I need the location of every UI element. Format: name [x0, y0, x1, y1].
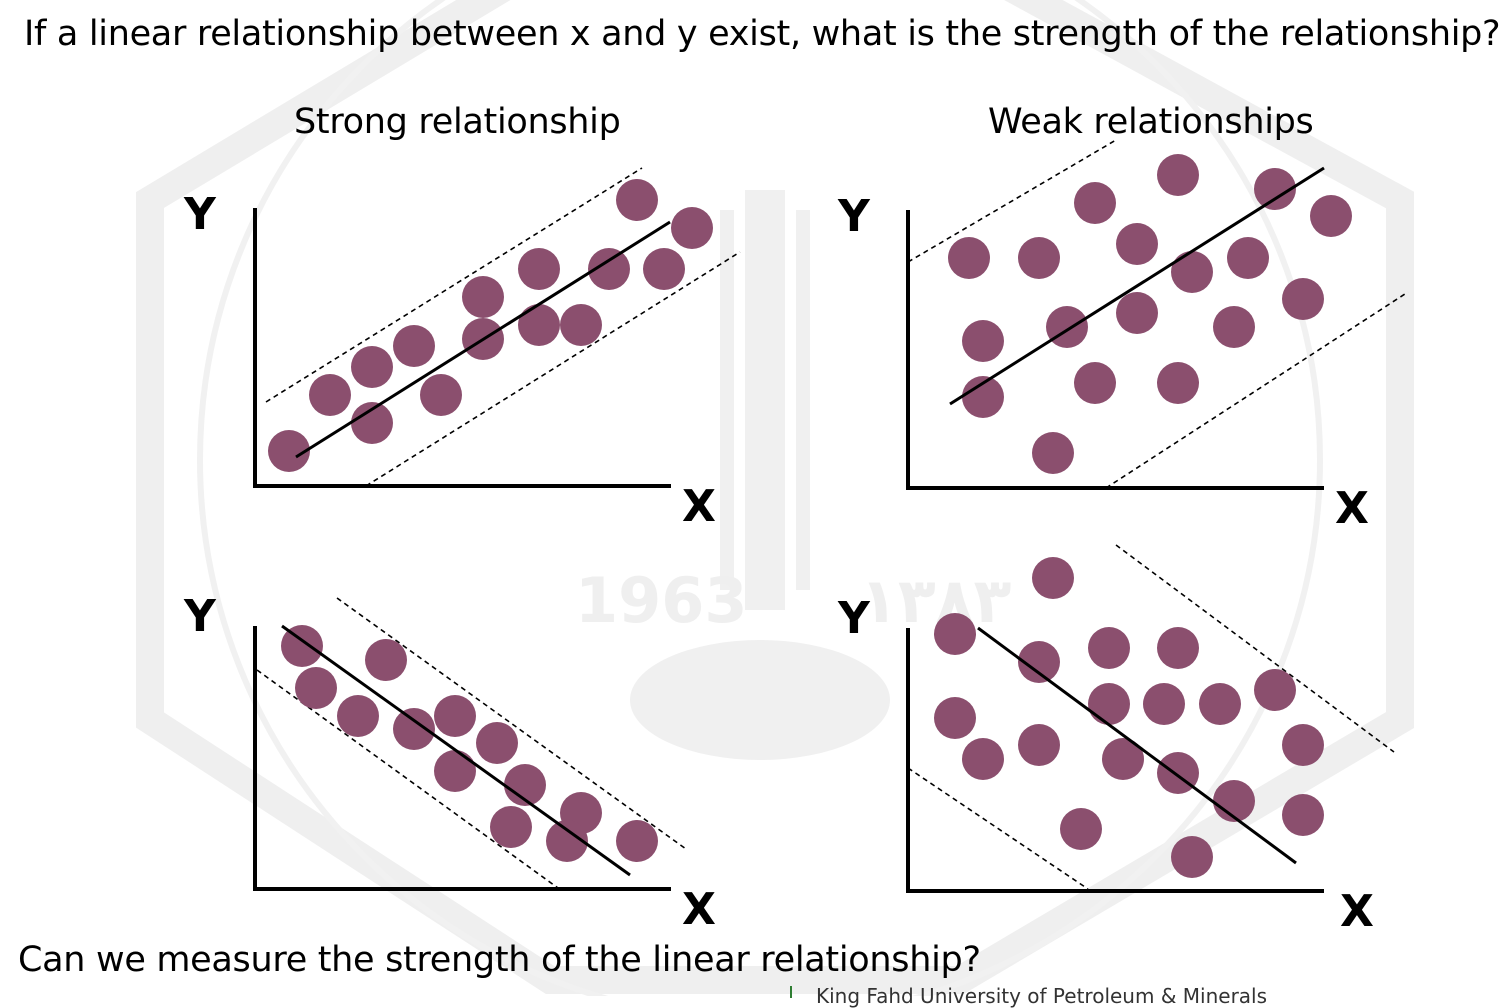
- footer-question: Can we measure the strength of the linea…: [18, 940, 981, 980]
- fit-line: [295, 220, 671, 459]
- x-axis-label: X: [682, 884, 716, 935]
- y-axis-label: Y: [837, 191, 871, 242]
- x-axis-label: X: [1340, 886, 1374, 937]
- panel-strong-negative: Y X: [183, 591, 716, 935]
- x-axis-label: X: [682, 481, 716, 532]
- fit-line: [281, 624, 631, 877]
- y-axis-label: Y: [183, 591, 217, 642]
- panel-weak-positive: Y X: [837, 139, 1409, 534]
- footer-divider: [790, 986, 792, 998]
- panel-weak-negative: Y X: [837, 544, 1395, 937]
- x-axis-label: X: [1335, 483, 1369, 534]
- footer-university: King Fahd University of Petroleum & Mine…: [816, 984, 1268, 1008]
- panel-strong-positive: Y X: [183, 167, 741, 532]
- y-axis-label: Y: [837, 593, 871, 644]
- fit-line: [949, 166, 1325, 406]
- y-axis-label: Y: [183, 189, 217, 240]
- scatter-diagrams: Y X Y X Y X Y X: [183, 139, 1409, 937]
